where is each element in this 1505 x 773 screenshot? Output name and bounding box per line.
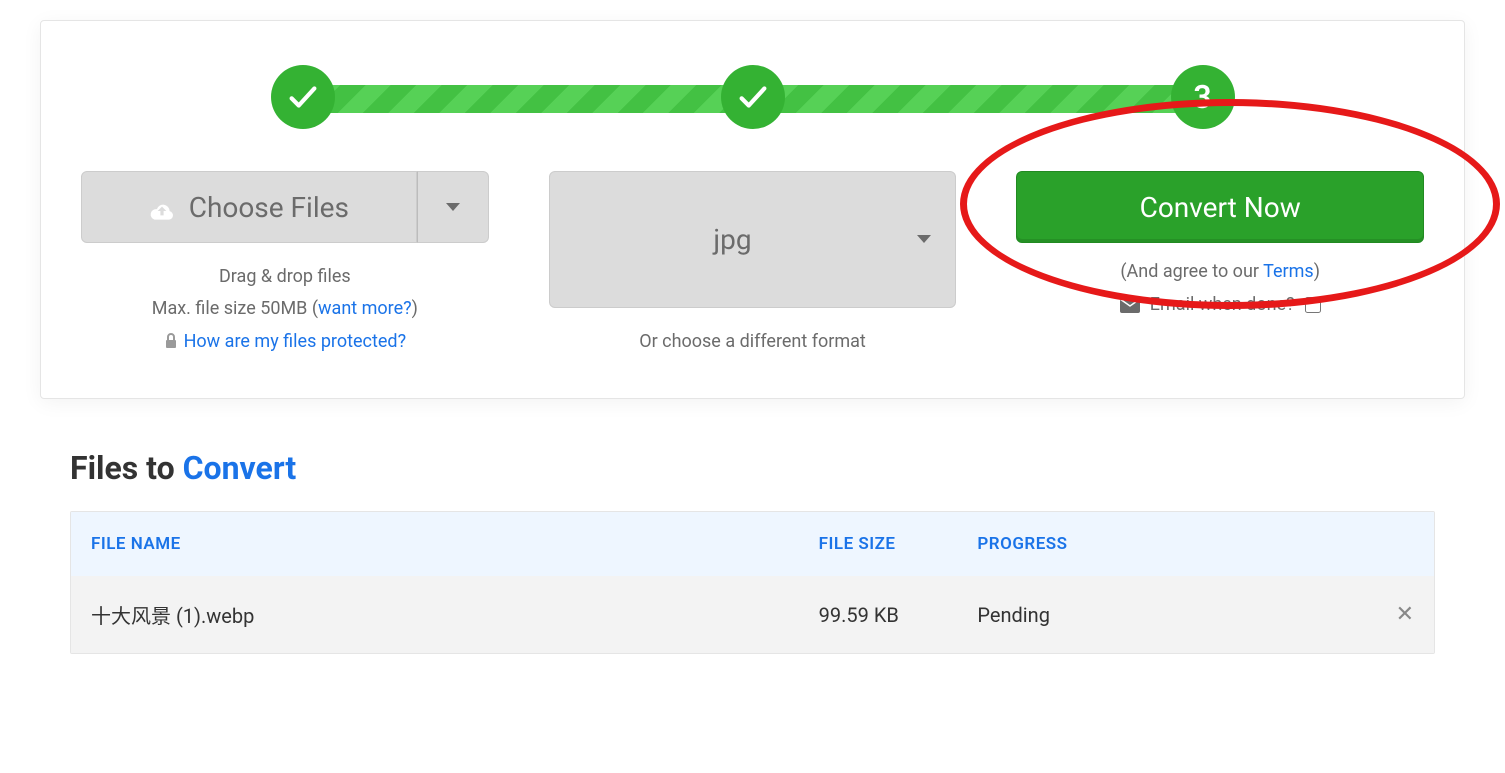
choose-files-help: Drag & drop files Max. file size 50MB (w… (152, 261, 418, 358)
lock-icon (164, 328, 178, 344)
cloud-upload-icon (149, 196, 175, 218)
mail-icon (1120, 297, 1140, 313)
caret-down-icon (917, 235, 931, 243)
check-icon (286, 80, 320, 114)
file-name-cell: 十大风景 (1).webp (91, 600, 819, 629)
file-progress-cell: Pending (977, 603, 1374, 627)
file-remove-cell: ✕ (1374, 602, 1414, 627)
choose-files-button-group: Choose Files (81, 171, 489, 243)
agree-terms-text: (And agree to our Terms) (1120, 261, 1320, 282)
step-3-current: 3 (1171, 65, 1235, 129)
protection-row: How are my files protected? (152, 326, 418, 358)
format-select[interactable]: jpg (549, 171, 957, 308)
caret-down-icon (446, 203, 460, 211)
check-icon (736, 80, 770, 114)
convert-now-button[interactable]: Convert Now (1016, 171, 1424, 243)
progress-steps: 3 (303, 71, 1203, 101)
files-table-header: FILE NAME FILE SIZE PROGRESS (71, 512, 1434, 576)
column-file-name: FILE NAME (91, 534, 819, 554)
table-row: 十大风景 (1).webp 99.59 KB Pending ✕ (71, 576, 1434, 653)
choose-files-column: Choose Files Drag & drop files Max. file… (81, 171, 489, 358)
remove-file-button[interactable]: ✕ (1396, 602, 1414, 627)
terms-link[interactable]: Terms (1263, 261, 1314, 282)
want-more-link[interactable]: want more? (318, 298, 412, 319)
choose-files-dropdown-toggle[interactable] (417, 171, 489, 243)
choose-files-label: Choose Files (189, 191, 349, 224)
step-2-complete (721, 65, 785, 129)
column-actions (1374, 534, 1414, 554)
step-3-label: 3 (1193, 78, 1211, 116)
email-when-done-checkbox[interactable] (1305, 297, 1321, 313)
email-when-done-label: Email when done? (1150, 294, 1295, 315)
email-when-done-row: Email when done? (1120, 294, 1321, 315)
column-file-size: FILE SIZE (819, 534, 978, 554)
convert-column: Convert Now (And agree to our Terms) Ema… (1016, 171, 1424, 358)
drag-drop-hint: Drag & drop files (152, 261, 418, 293)
files-protected-link[interactable]: How are my files protected? (184, 331, 407, 352)
format-help: Or choose a different format (639, 326, 866, 358)
conversion-card: 3 Choose Files Drag & drop files Max. (40, 20, 1465, 399)
files-to-convert-heading: Files to Convert (70, 449, 1465, 487)
column-progress: PROGRESS (977, 534, 1374, 554)
files-table: FILE NAME FILE SIZE PROGRESS 十大风景 (1).we… (70, 511, 1435, 654)
convert-now-label: Convert Now (1140, 191, 1301, 224)
action-row: Choose Files Drag & drop files Max. file… (81, 171, 1424, 358)
step-1-complete (271, 65, 335, 129)
max-size-hint: Max. file size 50MB (want more?) (152, 293, 418, 325)
format-selected-label: jpg (713, 223, 751, 256)
format-column: jpg Or choose a different format (549, 171, 957, 358)
file-size-cell: 99.59 KB (819, 603, 978, 627)
choose-files-button[interactable]: Choose Files (81, 171, 417, 243)
